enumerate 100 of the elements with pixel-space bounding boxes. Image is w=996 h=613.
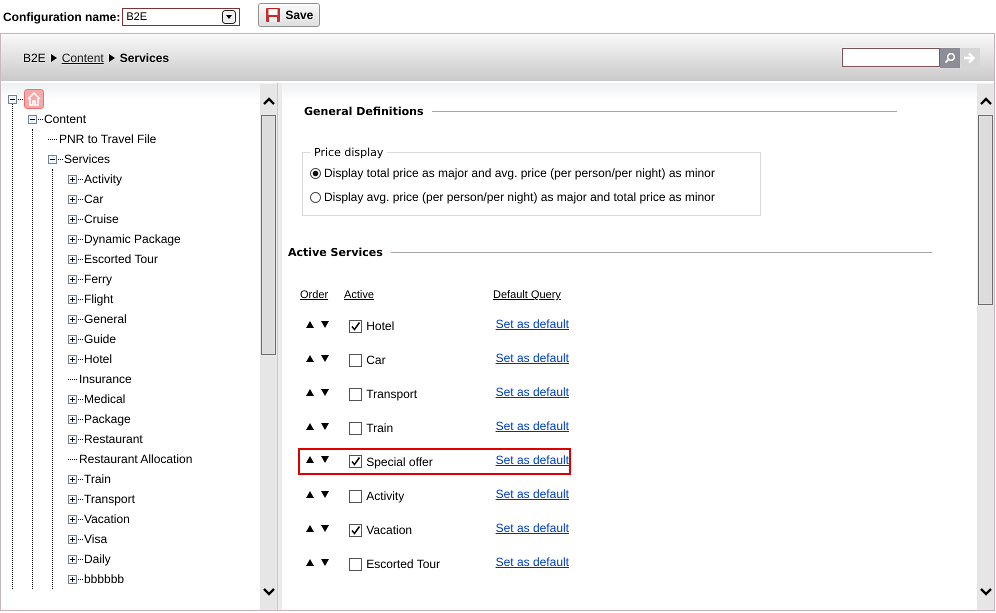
tree-item[interactable]: Package <box>84 409 131 429</box>
tree-item[interactable]: Medical <box>84 389 126 409</box>
expand-toggle[interactable] <box>68 334 77 344</box>
tree-item[interactable]: Flight <box>84 289 114 309</box>
expand-toggle[interactable] <box>68 534 77 544</box>
expand-toggle[interactable] <box>68 254 77 264</box>
tree-item[interactable]: PNR to Travel File <box>59 129 156 149</box>
checkbox[interactable] <box>349 320 362 332</box>
move-down-icon[interactable] <box>321 354 329 362</box>
search-button[interactable] <box>940 48 960 68</box>
tree-item[interactable]: Car <box>84 189 104 209</box>
tree-item[interactable]: Transport <box>84 489 135 509</box>
move-down-icon[interactable] <box>321 422 329 430</box>
breadcrumb-item[interactable]: B2E <box>23 50 46 64</box>
expand-toggle[interactable] <box>68 194 77 204</box>
move-down-icon[interactable] <box>321 388 329 396</box>
move-down-icon[interactable] <box>321 524 329 532</box>
expand-toggle[interactable] <box>68 314 77 324</box>
expand-toggle[interactable] <box>68 554 77 564</box>
splitter-handle[interactable] <box>277 83 282 610</box>
checkbox[interactable] <box>349 354 362 366</box>
tree-item[interactable]: bbbbbb <box>84 569 124 589</box>
scrollbar-thumb[interactable] <box>978 115 993 305</box>
expand-toggle[interactable] <box>68 294 77 304</box>
collapse-toggle[interactable] <box>8 94 17 104</box>
move-up-icon[interactable] <box>306 524 314 532</box>
move-up-icon[interactable] <box>306 422 314 430</box>
radio-label[interactable]: Display avg. price (per person/per night) as major and total price as minor <box>324 190 715 204</box>
tree-item[interactable]: Insurance <box>79 369 132 389</box>
checkbox[interactable] <box>349 490 362 502</box>
set-default-link[interactable]: Set as default <box>496 487 569 501</box>
set-default-link[interactable]: Set as default <box>496 521 569 535</box>
home-icon[interactable] <box>24 89 44 109</box>
scroll-down-icon[interactable] <box>262 588 274 596</box>
tree-item[interactable]: Ferry <box>84 269 112 289</box>
move-down-icon[interactable] <box>321 490 329 498</box>
tree-item[interactable]: Content <box>44 109 86 129</box>
radio-label[interactable]: Display total price as major and avg. price (per person/per night) as minor <box>324 166 715 180</box>
breadcrumb-link[interactable]: Content <box>62 50 104 64</box>
expand-toggle[interactable] <box>68 574 77 584</box>
set-default-link[interactable]: Set as default <box>496 452 569 466</box>
expand-toggle[interactable] <box>68 414 77 424</box>
tree-item[interactable]: Cruise <box>84 209 119 229</box>
expand-toggle[interactable] <box>68 394 77 404</box>
set-default-link[interactable]: Set as default <box>496 419 569 433</box>
expand-toggle[interactable] <box>68 214 77 224</box>
tree-item[interactable]: General <box>84 309 127 329</box>
set-default-link[interactable]: Set as default <box>496 385 569 399</box>
expand-toggle[interactable] <box>68 234 77 244</box>
move-down-icon[interactable] <box>321 320 329 328</box>
scroll-up-icon[interactable] <box>980 97 992 105</box>
tree-item[interactable]: Hotel <box>84 349 112 369</box>
search-field[interactable] <box>842 48 940 67</box>
expand-toggle[interactable] <box>68 494 77 504</box>
tree-item[interactable]: Visa <box>84 529 108 549</box>
move-down-icon[interactable] <box>321 456 329 463</box>
expand-toggle[interactable] <box>68 474 77 484</box>
config-dropdown[interactable]: B2E <box>122 8 240 26</box>
tree-item[interactable]: Vacation <box>84 509 130 529</box>
set-default-link[interactable]: Set as default <box>496 351 569 365</box>
expand-toggle[interactable] <box>68 174 77 184</box>
collapse-toggle[interactable] <box>28 114 37 124</box>
collapse-toggle[interactable] <box>48 154 57 164</box>
tree-item[interactable]: Dynamic Package <box>84 229 181 249</box>
tree-item[interactable]: Guide <box>84 329 116 349</box>
tree-item[interactable]: Restaurant Allocation <box>79 449 192 469</box>
tree-item[interactable]: Escorted Tour <box>84 249 158 269</box>
radio-button[interactable] <box>310 168 321 178</box>
tree-item[interactable]: Train <box>84 469 111 489</box>
tree-item[interactable]: Daily <box>84 549 111 569</box>
checkbox[interactable] <box>349 455 362 468</box>
move-down-icon[interactable] <box>321 558 329 566</box>
expand-toggle[interactable] <box>68 274 77 284</box>
move-up-icon[interactable] <box>306 354 314 362</box>
column-header: Default Query <box>493 289 561 301</box>
move-up-icon[interactable] <box>306 490 314 498</box>
expand-toggle[interactable] <box>68 354 77 364</box>
checkbox[interactable] <box>349 558 362 570</box>
scrollbar[interactable] <box>977 84 994 610</box>
scrollbar[interactable] <box>260 84 277 610</box>
expand-toggle[interactable] <box>68 514 77 524</box>
scroll-up-icon[interactable] <box>262 97 274 105</box>
tree-item[interactable]: Services <box>64 149 110 169</box>
scrollbar-thumb[interactable] <box>261 115 276 355</box>
checkbox[interactable] <box>349 422 362 434</box>
move-up-icon[interactable] <box>306 388 314 396</box>
expand-toggle[interactable] <box>68 434 77 444</box>
checkbox[interactable] <box>349 524 362 536</box>
move-up-icon[interactable] <box>306 320 314 328</box>
scroll-down-icon[interactable] <box>980 588 992 596</box>
checkbox[interactable] <box>349 388 362 400</box>
move-up-icon[interactable] <box>306 558 314 566</box>
set-default-link[interactable]: Set as default <box>496 555 569 569</box>
radio-button[interactable] <box>310 192 321 202</box>
tree-item[interactable]: Activity <box>84 169 122 189</box>
tree-item[interactable]: Restaurant <box>84 429 143 449</box>
arrow-right-icon <box>963 52 977 64</box>
set-default-link[interactable]: Set as default <box>496 317 569 331</box>
save-button[interactable]: Save <box>258 3 320 27</box>
move-up-icon[interactable] <box>306 456 314 463</box>
